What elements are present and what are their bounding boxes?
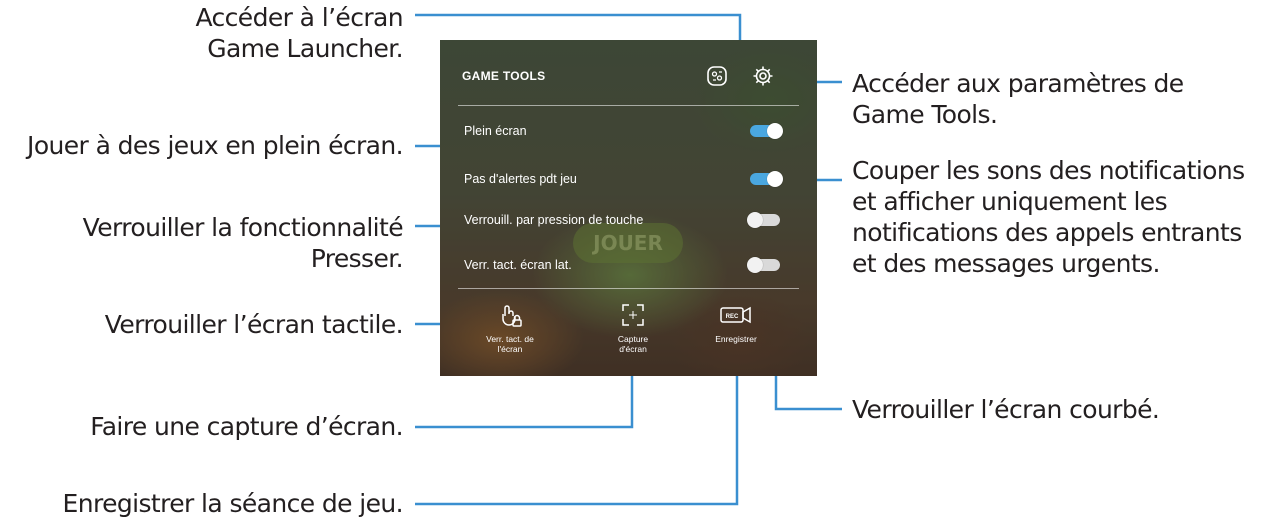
game-launcher-icon[interactable] bbox=[706, 65, 728, 87]
option-label-no-alerts: Pas d'alertes pdt jeu bbox=[464, 172, 577, 186]
tool-label-record: Enregistrer bbox=[715, 334, 757, 344]
toggle-key-press-lock[interactable] bbox=[747, 212, 783, 228]
game-tools-panel: JOUER GAME TOOLS Plein écran Pas d'alert… bbox=[440, 40, 817, 376]
tools-divider bbox=[458, 288, 799, 289]
tool-label-touch-lock: Verr. tact. de l'écran bbox=[486, 334, 534, 354]
record-icon-text: REC bbox=[726, 314, 739, 320]
annotation-game-launcher: Accéder à l’écran Game Launcher. bbox=[195, 3, 403, 63]
screenshot-button[interactable]: Capture d'écran bbox=[593, 302, 673, 354]
record-button[interactable]: REC Enregistrer bbox=[696, 302, 776, 344]
option-label-edge-touch-lock: Verr. tact. écran lat. bbox=[464, 258, 572, 272]
annotation-screenshot: Faire une capture d’écran. bbox=[90, 412, 403, 441]
panel-title: GAME TOOLS bbox=[462, 69, 546, 83]
settings-gear-icon[interactable] bbox=[752, 65, 774, 87]
toggle-no-alerts[interactable] bbox=[747, 171, 783, 187]
header-divider bbox=[458, 105, 799, 106]
record-icon: REC bbox=[720, 306, 751, 324]
option-label-key-press-lock: Verrouill. par pression de touche bbox=[464, 213, 644, 227]
touch-lock-button[interactable]: Verr. tact. de l'écran bbox=[470, 302, 550, 354]
screenshot-icon bbox=[622, 304, 644, 326]
annotation-settings: Accéder aux paramètres de Game Tools. bbox=[852, 69, 1184, 129]
touch-lock-icon bbox=[502, 305, 522, 327]
toggle-edge-touch-lock[interactable] bbox=[747, 257, 783, 273]
annotation-mute-notifications: Couper les sons des notifications et aff… bbox=[852, 156, 1245, 278]
annotation-lock-curved: Verrouiller l’écran courbé. bbox=[852, 395, 1160, 424]
option-label-full-screen: Plein écran bbox=[464, 124, 527, 138]
annotation-lock-press: Verrouiller la fonctionnalité Presser. bbox=[82, 213, 404, 273]
annotation-full-screen: Jouer à des jeux en plein écran. bbox=[27, 131, 404, 160]
tool-label-screenshot: Capture d'écran bbox=[617, 334, 649, 354]
annotation-lock-touch: Verrouiller l’écran tactile. bbox=[104, 310, 404, 339]
annotation-record: Enregistrer la séance de jeu. bbox=[62, 489, 404, 518]
connector-record bbox=[415, 365, 739, 506]
toggle-full-screen[interactable] bbox=[747, 123, 783, 139]
